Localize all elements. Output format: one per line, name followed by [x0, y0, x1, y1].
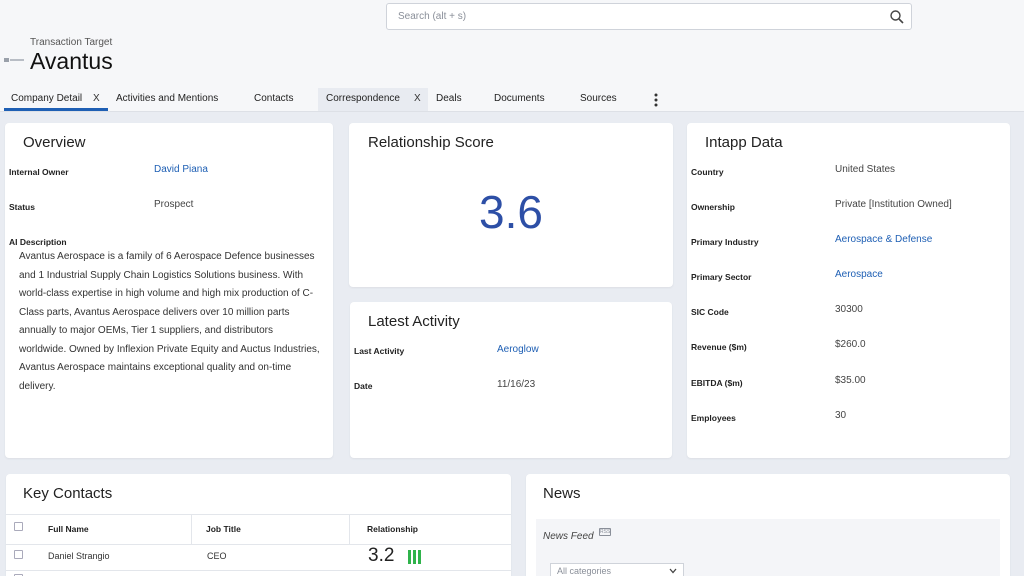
intapp-data-card: Intapp Data Country United States Owners…: [687, 123, 1010, 458]
field-label: Date: [354, 381, 373, 391]
primary-sector-link[interactable]: Aerospace: [835, 269, 883, 280]
key-contacts-card: Key Contacts Full Name Job Title Relatio…: [6, 474, 511, 576]
tab-correspondence[interactable]: Correspondence X: [318, 88, 428, 111]
tab-sources[interactable]: Sources: [580, 88, 630, 111]
tab-deals[interactable]: Deals: [436, 88, 476, 111]
ownership-value: Private [Institution Owned]: [835, 199, 952, 210]
relationship-score-card: Relationship Score 3.6: [349, 123, 673, 287]
select-all-checkbox[interactable]: [14, 522, 23, 531]
field-label: Status: [9, 202, 35, 212]
divider: [191, 515, 192, 545]
primary-industry-link[interactable]: Aerospace & Defense: [835, 234, 932, 245]
page-title: Avantus: [30, 48, 113, 74]
tab-label: Company Detail: [11, 93, 83, 104]
sic-code-value: 30300: [835, 304, 863, 315]
activity-date: 11/16/23: [497, 379, 536, 390]
field-label: Primary Sector: [691, 272, 752, 282]
divider: [6, 570, 511, 571]
contact-name-link[interactable]: Daniel Strangio: [48, 551, 110, 561]
row-checkbox[interactable]: [14, 550, 23, 559]
tab-label: Contacts: [254, 93, 294, 104]
field-label: AI Description: [9, 237, 67, 247]
field-label: Primary Industry: [691, 237, 759, 247]
overview-card: Overview Internal Owner David Piana Stat…: [5, 123, 333, 458]
tab-contacts[interactable]: Contacts: [254, 88, 304, 111]
news-card: News News Feed RSS All categories: [526, 474, 1010, 576]
card-title: News: [543, 485, 581, 502]
latest-activity-card: Latest Activity Last Activity Aeroglow D…: [350, 302, 672, 458]
revenue-value: $260.0: [835, 339, 866, 350]
card-title: Latest Activity: [368, 313, 460, 330]
divider: [6, 514, 511, 515]
divider: [349, 515, 350, 545]
relationship-bars-icon: [408, 550, 422, 564]
search-icon[interactable]: [889, 9, 905, 25]
field-label: Country: [691, 167, 724, 177]
card-title: Key Contacts: [23, 485, 113, 502]
more-vertical-icon[interactable]: [654, 93, 658, 107]
close-icon[interactable]: X: [93, 88, 100, 110]
tab-documents[interactable]: Documents: [494, 88, 558, 111]
status-value: Prospect: [154, 199, 194, 210]
close-icon[interactable]: X: [414, 88, 421, 110]
field-label: Internal Owner: [9, 167, 69, 177]
card-title: Overview: [23, 134, 86, 151]
column-header[interactable]: Job Title: [206, 524, 241, 534]
field-label: Last Activity: [354, 346, 405, 356]
tab-label: Correspondence: [326, 93, 400, 104]
search-input[interactable]: Search (alt + s): [386, 3, 912, 30]
field-label: Revenue ($m): [691, 342, 747, 352]
field-label: Ownership: [691, 202, 735, 212]
card-title: Relationship Score: [368, 134, 494, 151]
country-value: United States: [835, 164, 896, 175]
field-label: SIC Code: [691, 307, 729, 317]
relationship-score-cell: 3.2: [368, 545, 395, 566]
job-title-cell: CEO: [207, 551, 227, 561]
search-placeholder: Search (alt + s): [398, 11, 467, 22]
top-bar: Search (alt + s) Transaction Target Avan…: [0, 0, 1024, 88]
tab-bar: Company Detail X Activities and Mentions…: [0, 88, 1024, 112]
card-title: Intapp Data: [705, 134, 783, 151]
record-type-label: Transaction Target: [30, 37, 113, 48]
rss-icon[interactable]: RSS: [599, 528, 611, 536]
tab-label: Activities and Mentions: [116, 93, 219, 104]
employees-value: 30: [835, 410, 847, 421]
ebitda-value: $35.00: [835, 375, 866, 386]
column-header[interactable]: Relationship: [367, 524, 418, 534]
ai-description-text: Avantus Aerospace is a family of 6 Aeros…: [19, 251, 320, 392]
last-activity-link[interactable]: Aeroglow: [497, 344, 539, 355]
relationship-score-value: 3.6: [479, 186, 543, 238]
company-logo-icon: [4, 58, 24, 62]
tab-company-detail[interactable]: Company Detail X: [4, 88, 108, 111]
category-placeholder: All categories: [557, 566, 612, 576]
category-select[interactable]: All categories: [550, 563, 684, 576]
news-feed-label: News Feed: [543, 531, 594, 542]
field-label: Employees: [691, 413, 736, 423]
internal-owner-link[interactable]: David Piana: [154, 164, 208, 175]
chevron-down-icon: [669, 568, 677, 574]
column-header[interactable]: Full Name: [48, 524, 89, 534]
tab-label: Sources: [580, 93, 617, 104]
field-label: EBITDA ($m): [691, 378, 743, 388]
tab-label: Deals: [436, 93, 462, 104]
tab-activities-and-mentions[interactable]: Activities and Mentions: [116, 88, 236, 111]
divider: [6, 544, 511, 545]
tab-label: Documents: [494, 93, 545, 104]
